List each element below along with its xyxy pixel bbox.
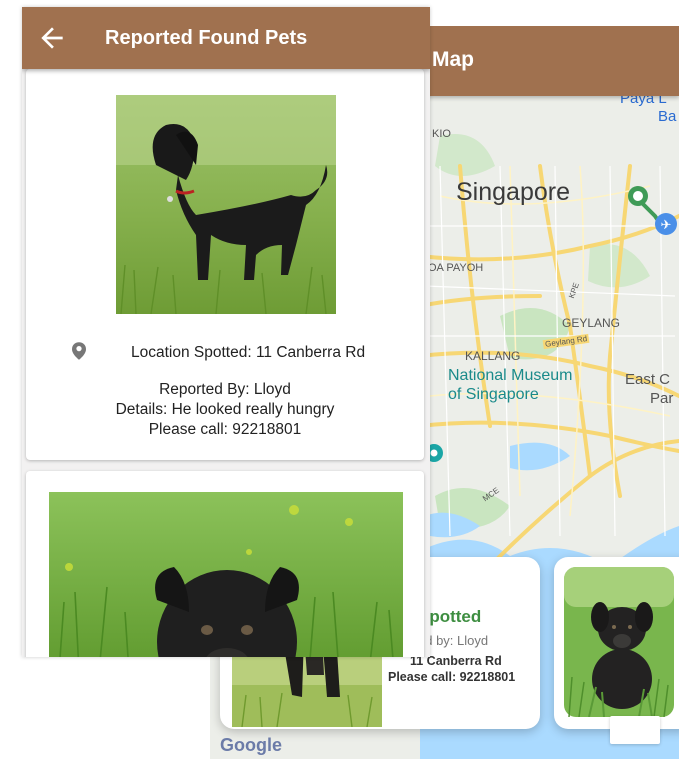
pet-details: Details: He looked really hungry: [115, 401, 335, 418]
pet-photo: [116, 95, 336, 314]
pet-call: Please call: 92218801: [148, 421, 302, 438]
puppy-thumbnail: [564, 567, 674, 717]
pet-photo: [49, 492, 403, 657]
list-screen: Reported Found Pets Location Spotted: 11…: [22, 7, 430, 657]
spotted-pet-card-2[interactable]: [554, 557, 679, 729]
google-logo: Google: [220, 735, 282, 755]
map-label-city: Singapore: [456, 178, 570, 206]
map-label-ba: Ba: [658, 108, 677, 125]
map-label-par: Par: [650, 390, 674, 407]
map-label-museum-line1: National Museum: [448, 367, 573, 384]
map-label-geylang: GEYLANG: [562, 316, 621, 330]
map-label-kio: KIO: [432, 128, 451, 140]
map-zoom-control[interactable]: [610, 716, 660, 744]
svg-text:✈: ✈: [661, 218, 672, 233]
map-label-kallang: KALLANG: [465, 349, 521, 363]
list-app-bar: Reported Found Pets: [22, 7, 430, 69]
pet-location: Location Spotted: 11 Canberra Rd: [131, 344, 366, 361]
map-label-museum-line2: of Singapore: [448, 386, 539, 403]
map-label-toa-payoh: OA PAYOH: [428, 262, 484, 274]
back-arrow-icon[interactable]: [36, 22, 68, 54]
map-title: Map: [432, 48, 474, 71]
page-title: Reported Found Pets: [105, 27, 308, 49]
pet-card[interactable]: Location Spotted: 11 Canberra Rd Reporte…: [26, 69, 424, 460]
card-call: Please call: 92218801: [388, 670, 516, 684]
map-label-east-c: East C: [625, 371, 671, 388]
pet-card[interactable]: [26, 471, 424, 657]
pet-reported-by: Reported By: Lloyd: [159, 381, 291, 398]
location-pin-icon: [72, 342, 86, 360]
